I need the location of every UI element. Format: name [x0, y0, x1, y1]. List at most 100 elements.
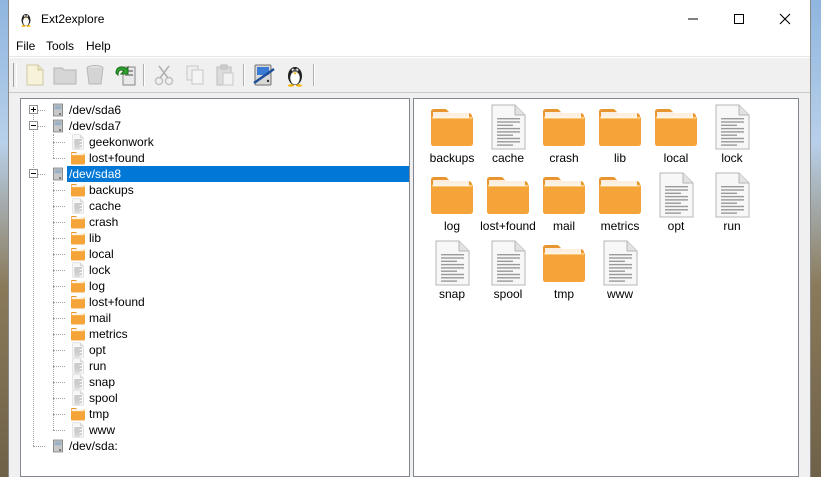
- file-icon: [715, 172, 750, 218]
- menu-tools[interactable]: Tools: [45, 39, 75, 53]
- tree-item[interactable]: lost+found: [21, 150, 409, 166]
- folder-icon: [543, 177, 585, 214]
- menu-help[interactable]: Help: [85, 39, 112, 53]
- tree-item-label: /dev/sda7: [69, 119, 122, 133]
- file-list[interactable]: backups cache crash lib local lock log lost+fou…: [413, 98, 799, 477]
- tree-line: [53, 382, 65, 383]
- tree-line: [53, 414, 65, 415]
- close-button[interactable]: [762, 0, 808, 38]
- tree-item[interactable]: run: [21, 358, 409, 374]
- tree-line: [53, 398, 65, 399]
- tree-item[interactable]: mail: [21, 310, 409, 326]
- file-icon: [72, 422, 84, 438]
- folder-icon: [599, 177, 641, 214]
- export-button[interactable]: [113, 62, 139, 88]
- linux-icon: [288, 67, 302, 87]
- tree-item[interactable]: metrics: [21, 326, 409, 342]
- tree-item[interactable]: lost+found: [21, 294, 409, 310]
- folder-icon: [543, 245, 585, 282]
- tree-item-label: tmp: [89, 407, 110, 421]
- tree-item-label: spool: [89, 391, 118, 405]
- tree-item-label: log: [89, 279, 106, 293]
- linux-button[interactable]: [282, 62, 308, 88]
- folder-icon: [71, 152, 85, 165]
- file-icon: [72, 374, 84, 390]
- tree-item-label: /dev/sda8: [67, 166, 409, 182]
- cut-button[interactable]: [151, 62, 177, 88]
- file-icon: [72, 358, 84, 374]
- tree-item[interactable]: local: [21, 246, 409, 262]
- tree-item-label: snap: [89, 375, 116, 389]
- tree-item[interactable]: snap: [21, 374, 409, 390]
- new-button[interactable]: [22, 62, 48, 88]
- minimize-icon: [688, 18, 698, 20]
- tree-item[interactable]: tmp: [21, 406, 409, 422]
- tree-item[interactable]: www: [21, 422, 409, 438]
- minimize-button[interactable]: [670, 0, 716, 38]
- tree-drive-node[interactable]: /dev/sda6: [21, 102, 409, 118]
- tree-line: [53, 350, 65, 351]
- tree-item[interactable]: geekonwork: [21, 134, 409, 150]
- folder-tree[interactable]: /dev/sda6/dev/sda7 geekonwork lost+found/d…: [20, 98, 410, 477]
- tree-line: [53, 142, 65, 143]
- tree-item[interactable]: log: [21, 278, 409, 294]
- tree-item[interactable]: crash: [21, 214, 409, 230]
- tree-item-label: mail: [89, 311, 112, 325]
- toolbar-separator: [313, 64, 315, 86]
- item-label: lock: [721, 151, 743, 165]
- tree-drive-node[interactable]: /dev/sda7: [21, 118, 409, 134]
- delete-button[interactable]: [82, 62, 108, 88]
- toolbar: [9, 57, 810, 93]
- tree-item[interactable]: backups: [21, 182, 409, 198]
- tree-item-label: opt: [89, 343, 106, 357]
- drive-icon: [253, 64, 275, 86]
- tree-line: [53, 190, 65, 191]
- tree-item[interactable]: lock: [21, 262, 409, 278]
- tree-line: [53, 238, 65, 239]
- menu-file[interactable]: File: [15, 39, 36, 53]
- tree-item[interactable]: lib: [21, 230, 409, 246]
- toolbar-separator: [143, 64, 145, 86]
- drive-icon: [53, 103, 63, 117]
- folder-icon: [71, 408, 85, 421]
- drive-button[interactable]: [251, 62, 277, 88]
- tree-item-label: geekonwork: [89, 135, 154, 149]
- toolbar-grip[interactable]: [13, 63, 17, 87]
- file-icon: [715, 104, 750, 150]
- maximize-button[interactable]: [716, 0, 762, 38]
- expand-icon[interactable]: [29, 105, 38, 114]
- tree-item-label: lost+found: [89, 151, 145, 165]
- tree-item-label: metrics: [89, 327, 128, 341]
- tree-drive-node[interactable]: /dev/sda:: [21, 438, 409, 454]
- folder-icon: [53, 67, 77, 85]
- tree-drive-node[interactable]: /dev/sda8: [21, 166, 409, 182]
- file-item[interactable]: lock: [702, 103, 758, 171]
- tree-item[interactable]: cache: [21, 198, 409, 214]
- tree-item[interactable]: spool: [21, 390, 409, 406]
- tree-line: [53, 206, 65, 207]
- folder-icon: [487, 177, 529, 214]
- title-bar[interactable]: Ext2explore: [9, 0, 810, 38]
- collapse-icon[interactable]: [29, 121, 38, 130]
- tree-item[interactable]: opt: [21, 342, 409, 358]
- file-item[interactable]: run: [702, 171, 758, 239]
- tree-line: [53, 430, 65, 431]
- folder-icon: [655, 109, 697, 146]
- paste-button[interactable]: [212, 62, 238, 88]
- tree-item-label: lock: [89, 263, 111, 277]
- open-folder-button[interactable]: [52, 62, 78, 88]
- folder-icon: [431, 109, 473, 146]
- file-icon: [72, 390, 84, 406]
- copy-button[interactable]: [182, 62, 208, 88]
- folder-icon: [71, 232, 85, 245]
- file-icon: [72, 342, 84, 358]
- tree-line: [53, 254, 65, 255]
- folder-icon: [71, 280, 85, 293]
- paste-icon: [216, 64, 234, 86]
- file-item[interactable]: www: [590, 239, 646, 307]
- collapse-icon[interactable]: [29, 169, 38, 178]
- tree-line: [53, 334, 65, 335]
- new-icon: [26, 64, 44, 86]
- tree-item-label: crash: [89, 215, 119, 229]
- cut-icon: [154, 65, 174, 86]
